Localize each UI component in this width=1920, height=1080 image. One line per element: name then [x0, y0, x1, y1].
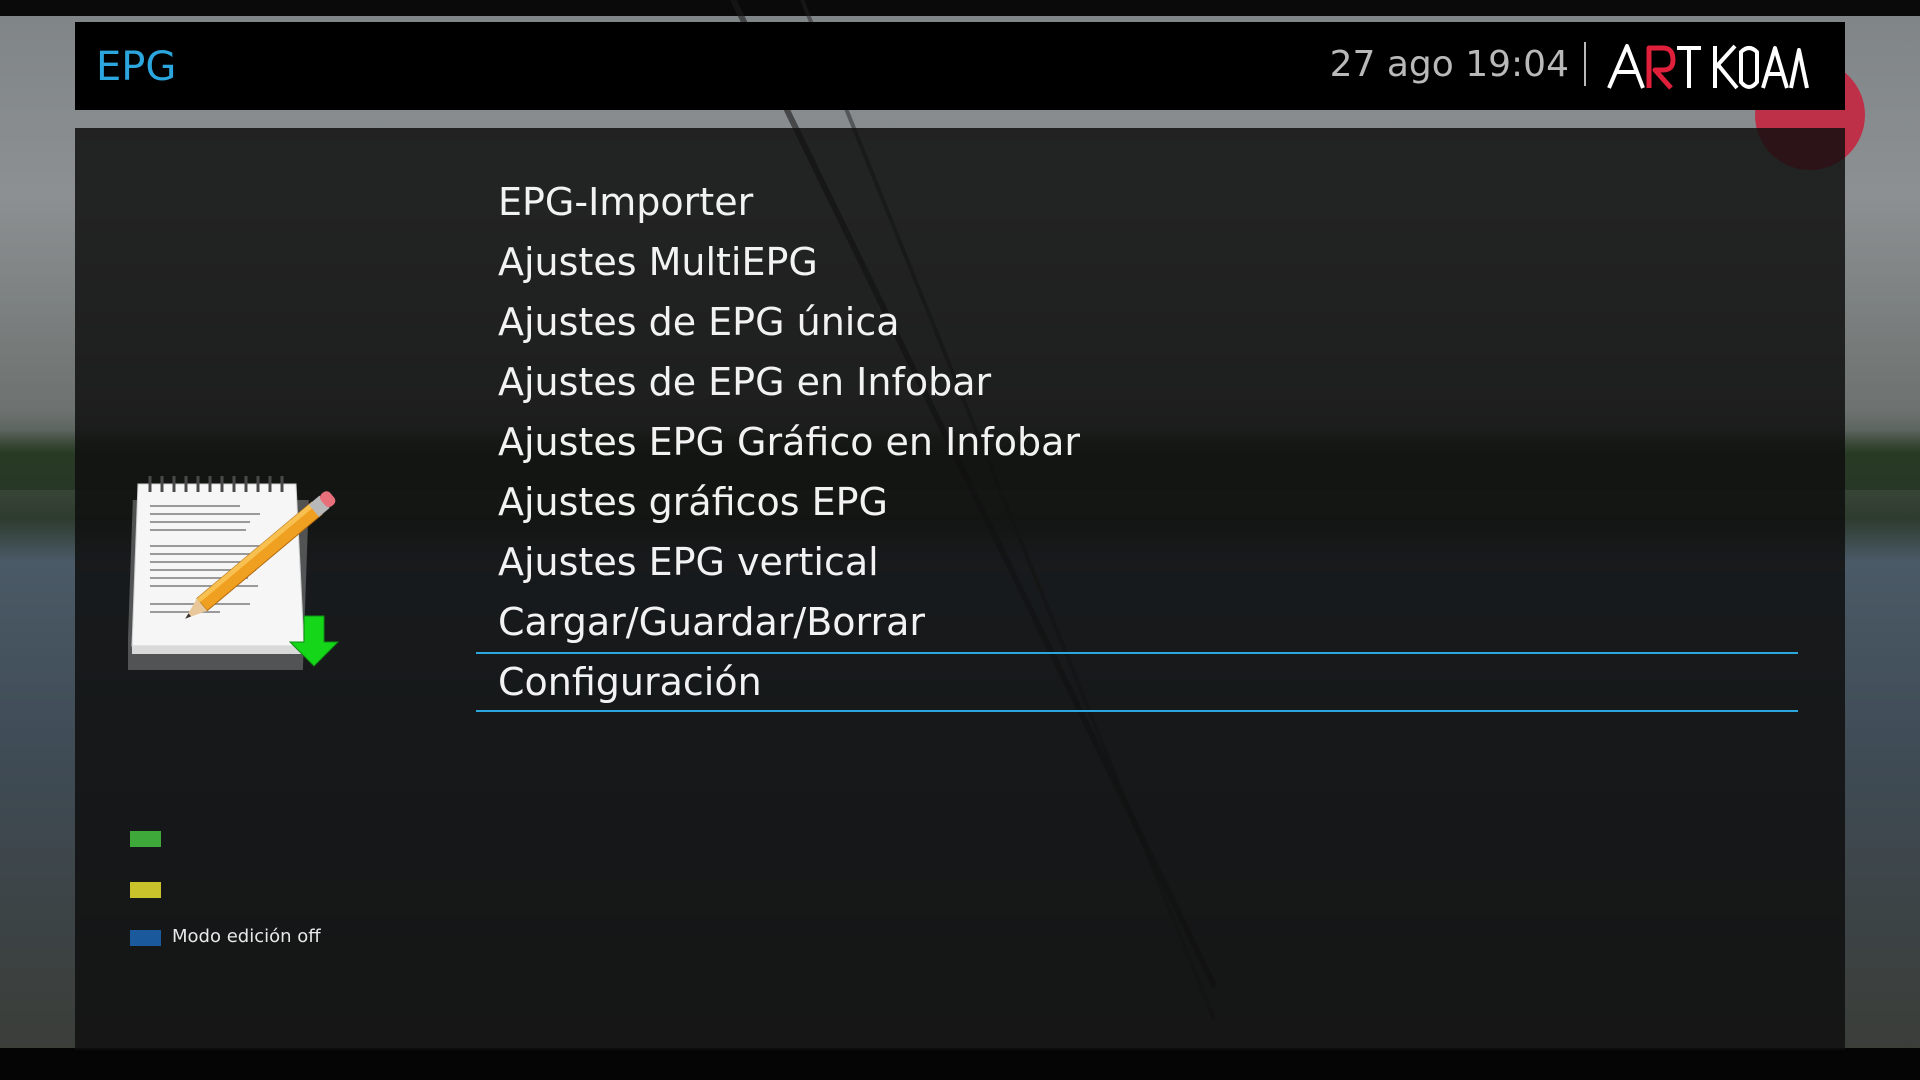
menu-item-graphical-epg[interactable]: Ajustes gráficos EPG	[476, 472, 1798, 532]
menu-item-configuration[interactable]: Configuración	[476, 652, 1798, 712]
menu-item-infobar-graphical-epg[interactable]: Ajustes EPG Gráfico en Infobar	[476, 412, 1798, 472]
header-bar: EPG 27 ago 19:04	[75, 22, 1845, 110]
notepad-pencil-download-icon	[128, 476, 340, 670]
green-key	[130, 831, 161, 847]
menu-item-infobar-epg[interactable]: Ajustes de EPG en Infobar	[476, 352, 1798, 412]
blue-key	[130, 930, 161, 946]
date-time: 27 ago 19:04	[1329, 44, 1569, 85]
menu-item-multiepg[interactable]: Ajustes MultiEPG	[476, 232, 1798, 292]
header-separator	[1584, 42, 1586, 86]
menu-item-epg-importer[interactable]: EPG-Importer	[476, 172, 1798, 232]
brand-logo	[1607, 44, 1809, 90]
screen-title: EPG	[96, 44, 177, 90]
bottom-bar	[0, 1048, 1920, 1080]
blue-key-label: Modo edición off	[172, 926, 321, 947]
settings-menu: EPG-Importer Ajustes MultiEPG Ajustes de…	[476, 172, 1798, 712]
top-stripe	[0, 0, 1920, 16]
menu-item-single-epg[interactable]: Ajustes de EPG única	[476, 292, 1798, 352]
menu-item-load-save-delete[interactable]: Cargar/Guardar/Borrar	[476, 592, 1798, 652]
menu-item-vertical-epg[interactable]: Ajustes EPG vertical	[476, 532, 1798, 592]
yellow-key	[130, 882, 161, 898]
